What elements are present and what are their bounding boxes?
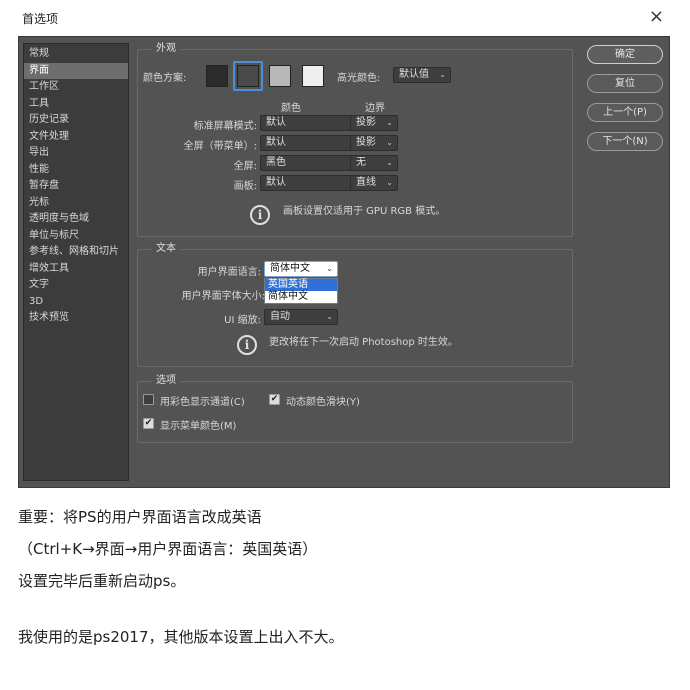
- appearance-row-label: 画板:: [233, 181, 257, 192]
- sidebar-item[interactable]: 工作区: [24, 79, 128, 96]
- screen-mode-color-select[interactable]: 黑色⌄: [260, 155, 360, 171]
- close-icon[interactable]: ×: [649, 8, 664, 26]
- artboard-info-text: 画板设置仅适用于 GPU RGB 模式。: [283, 206, 446, 217]
- ui-language-option[interactable]: 英国英语: [265, 279, 337, 291]
- note-line-2: （Ctrl+K→界面→用户界面语言：英国英语）: [18, 540, 318, 558]
- sidebar-item[interactable]: 参考线、网格和切片: [24, 244, 128, 261]
- sidebar-item[interactable]: 文字: [24, 277, 128, 294]
- info-icon: i: [237, 335, 257, 355]
- sidebar-item[interactable]: 性能: [24, 162, 128, 179]
- screen-mode-color-value: 默认: [266, 177, 286, 188]
- sidebar: 常规 界面 工作区 工具 历史记录 文件处理 导出 性能 暂存盘 光标 透明度与色域 单位与标尺 参考线…: [23, 43, 129, 481]
- screen-mode-color-select[interactable]: 默认⌄: [260, 175, 360, 191]
- chevron-down-icon: ⌄: [326, 264, 333, 273]
- options-legend: 选项: [152, 374, 180, 388]
- color-scheme-swatch-medium[interactable]: [269, 65, 291, 87]
- dynamic-sliders-label: 动态颜色滑块(Y): [286, 397, 360, 408]
- screen-mode-color-value: 默认: [266, 137, 286, 148]
- menu-colors-label: 显示菜单颜色(M): [160, 421, 237, 432]
- ui-font-size-label: 用户界面字体大小:: [181, 291, 265, 302]
- sidebar-item[interactable]: 3D: [24, 294, 128, 311]
- screen-mode-border-value: 无: [356, 157, 366, 168]
- ui-language-option[interactable]: 简体中文: [265, 291, 337, 303]
- ui-scale-select[interactable]: 自动 ⌄: [264, 309, 338, 325]
- screen-mode-border-value: 投影: [356, 117, 376, 128]
- appearance-legend: 外观: [152, 42, 180, 56]
- screen-mode-border-value: 直线: [356, 177, 376, 188]
- sidebar-item[interactable]: 界面: [24, 62, 128, 79]
- ok-button[interactable]: 确定: [587, 45, 663, 64]
- note-line-4: 我使用的是ps2017，其他版本设置上出入不大。: [18, 628, 344, 646]
- chevron-down-icon: ⌄: [386, 138, 393, 147]
- preferences-dialog: 首选项 × 常规 界面 工作区 工具 历史记录 文件处理 导出 性能 暂存盘 光标 透明度与色域 单位…: [0, 0, 690, 490]
- note-line-3: 设置完毕后重新启动ps。: [18, 572, 186, 590]
- sidebar-item[interactable]: 单位与标尺: [24, 228, 128, 245]
- sidebar-item[interactable]: 技术预览: [24, 310, 128, 327]
- color-scheme-swatch-darkest[interactable]: [206, 65, 228, 87]
- color-scheme-swatch-dark[interactable]: [237, 65, 259, 87]
- ui-scale-value: 自动: [270, 311, 290, 322]
- sidebar-item[interactable]: 光标: [24, 195, 128, 212]
- ui-language-value: 简体中文: [270, 263, 310, 274]
- chevron-down-icon: ⌄: [386, 178, 393, 187]
- previous-button[interactable]: 上一个(P): [587, 103, 663, 122]
- screen-mode-border-select[interactable]: 无 ⌄: [350, 155, 398, 171]
- text-legend: 文本: [152, 242, 180, 256]
- sidebar-item[interactable]: 导出: [24, 145, 128, 162]
- chevron-down-icon: ⌄: [326, 312, 333, 321]
- sidebar-item[interactable]: 历史记录: [24, 112, 128, 129]
- highlight-color-value: 默认值: [399, 69, 429, 80]
- color-scheme-swatch-light[interactable]: [302, 65, 324, 87]
- column-header-border: 边界: [365, 103, 385, 114]
- ui-scale-label: UI 缩放:: [224, 315, 261, 326]
- chevron-down-icon: ⌄: [386, 158, 393, 167]
- sidebar-item[interactable]: 透明度与色域: [24, 211, 128, 228]
- ui-language-select[interactable]: 简体中文 ⌄: [264, 261, 338, 277]
- sidebar-item[interactable]: 文件处理: [24, 129, 128, 146]
- screen-mode-color-select[interactable]: 默认⌄: [260, 135, 360, 151]
- screen-mode-color-value: 黑色: [266, 157, 286, 168]
- highlight-color-select[interactable]: 默认值 ⌄: [393, 67, 451, 83]
- screen-mode-color-select[interactable]: 默认⌄: [260, 115, 360, 131]
- reset-button[interactable]: 复位: [587, 74, 663, 93]
- appearance-row-label: 全屏（带菜单）:: [183, 141, 257, 152]
- highlight-color-label: 高光颜色:: [337, 73, 381, 84]
- appearance-row-label: 标准屏幕模式:: [193, 121, 257, 132]
- options-group: 选项: [137, 374, 573, 443]
- sidebar-item[interactable]: 工具: [24, 96, 128, 113]
- chevron-down-icon: ⌄: [386, 118, 393, 127]
- sidebar-item[interactable]: 暂存盘: [24, 178, 128, 195]
- screen-mode-border-select[interactable]: 直线 ⌄: [350, 175, 398, 191]
- sidebar-item[interactable]: 增效工具: [24, 261, 128, 278]
- ui-language-dropdown-list: 英国英语 简体中文: [264, 278, 338, 304]
- column-header-color: 颜色: [281, 103, 301, 114]
- preferences-panel: 常规 界面 工作区 工具 历史记录 文件处理 导出 性能 暂存盘 光标 透明度与色域 单位与标尺 参考线…: [18, 36, 670, 488]
- colored-channels-label: 用彩色显示通道(C): [160, 397, 245, 408]
- screen-mode-border-select[interactable]: 投影 ⌄: [350, 115, 398, 131]
- restart-info-text: 更改将在下一次启动 Photoshop 时生效。: [269, 337, 458, 348]
- dialog-title: 首选项: [22, 12, 59, 26]
- screen-mode-border-select[interactable]: 投影 ⌄: [350, 135, 398, 151]
- appearance-row-label: 全屏:: [233, 161, 257, 172]
- dynamic-sliders-checkbox[interactable]: ✔: [269, 394, 280, 405]
- note-line-1: 重要：将PS的用户界面语言改成英语: [18, 508, 262, 526]
- next-button[interactable]: 下一个(N): [587, 132, 663, 151]
- color-scheme-label: 颜色方案:: [143, 73, 187, 84]
- ui-language-label: 用户界面语言:: [197, 267, 261, 278]
- sidebar-item[interactable]: 常规: [24, 46, 128, 63]
- info-icon: i: [250, 205, 270, 225]
- screen-mode-border-value: 投影: [356, 137, 376, 148]
- chevron-down-icon: ⌄: [439, 70, 446, 79]
- menu-colors-checkbox[interactable]: ✔: [143, 418, 154, 429]
- screen-mode-color-value: 默认: [266, 117, 286, 128]
- colored-channels-checkbox[interactable]: [143, 394, 154, 405]
